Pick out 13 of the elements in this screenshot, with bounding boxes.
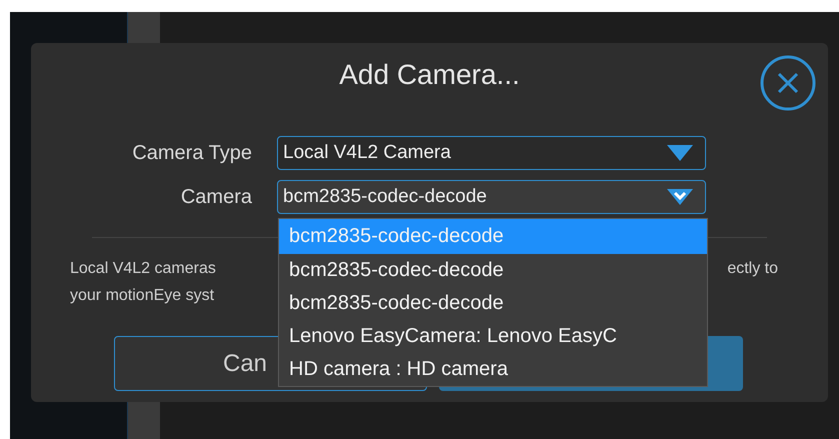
dialog-title: Add Camera... [339,58,520,92]
select-field[interactable]: Local V4L2 Camera [277,136,706,170]
dropdown-triangle-icon [667,145,693,161]
dropdown-option[interactable]: bcm2835-codec-decode [279,254,707,287]
field-label: Camera [180,185,252,210]
description-text: Local V4L2 cameras [70,259,216,279]
dropdown-option[interactable]: bcm2835-codec-decode [279,287,707,320]
description-text: your motionEye syst [70,286,216,306]
close-icon[interactable] [760,55,816,111]
select-field[interactable]: bcm2835-codec-decode [277,180,706,214]
field-label: Camera Type [131,141,252,166]
dropdown-chevron-icon [667,189,693,205]
description-text: ectly to [727,259,778,279]
